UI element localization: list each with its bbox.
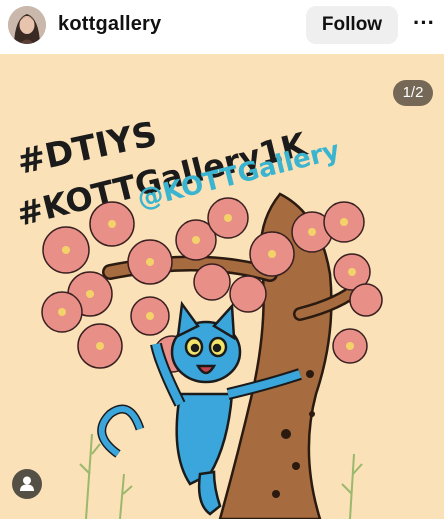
artwork: #DTIYS #KOTTGallery1K @KOTTGallery: [13, 114, 383, 519]
user-tag-glyph: [20, 476, 34, 491]
carousel-counter: 1/2: [393, 80, 433, 106]
ellipsis-icon[interactable]: ···: [410, 8, 438, 40]
profile-avatar[interactable]: [8, 6, 46, 44]
user-tag-icon[interactable]: [12, 469, 42, 499]
post-image[interactable]: #DTIYS #KOTTGallery1K @KOTTGallery: [0, 54, 444, 519]
post-header: kottgallery Follow ···: [0, 0, 444, 54]
follow-button[interactable]: Follow: [306, 6, 398, 44]
avatar-photo: [8, 6, 46, 44]
username[interactable]: kottgallery: [58, 13, 161, 36]
